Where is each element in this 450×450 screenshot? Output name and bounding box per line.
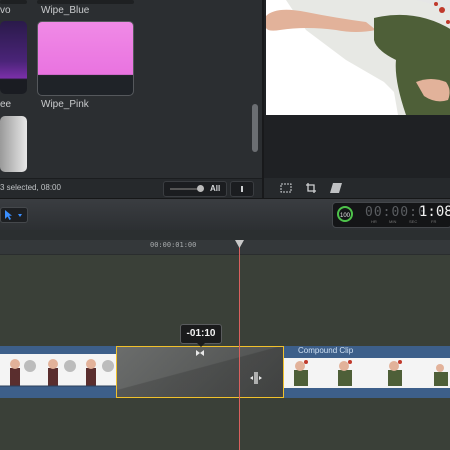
clip-size-slider[interactable]: All [163,181,227,197]
timecode-bright-digits: 1:08 [419,204,450,220]
clip-label-vo: vo [0,5,11,16]
timecode-gauge-icon: 100 [337,206,353,222]
arrow-pointer-icon [5,210,22,220]
browser-status-bar: 3 selected, 08:00 All [0,178,262,199]
crop-icon[interactable] [278,182,294,194]
dashboard-timecode[interactable]: 100 00:00:0 1:08 HR MIN SEC FR [332,202,450,228]
timeline[interactable]: 00:00:01:00 Compound Clip -01:10 [0,230,450,450]
viewer-frame [266,0,450,115]
timecode-unit-sec: SEC [409,219,418,224]
clip-thumb-gradient[interactable] [0,116,27,172]
main-toolbar: 100 00:00:0 1:08 HR MIN SEC FR [0,198,450,232]
transition-clip[interactable] [116,346,284,398]
playhead[interactable] [239,242,240,450]
distort-icon[interactable] [328,182,344,194]
trim-cursor-icon [250,372,262,384]
timecode-unit-min: MIN [389,219,397,224]
clip-thumb-wipe-blue[interactable] [37,0,134,4]
event-browser: vo Wipe_Blue ee Wipe_Pink 3 selected, 08… [0,0,262,199]
clip-thumb-wipe-pink[interactable] [37,21,134,96]
viewer-toolbar [264,178,450,198]
clip-label-wipe-blue: Wipe_Blue [41,5,90,16]
compound-clip-label: Compound Clip [298,346,354,355]
clip-thumb-vo[interactable] [0,0,27,4]
tooltip-arrow [196,342,206,347]
timeline-header-strip [0,230,450,240]
timeline-ruler[interactable]: 00:00:01:00 [0,240,450,255]
clip-label-wipe-pink: Wipe_Pink [41,99,89,110]
selection-status: 3 selected, 08:00 [0,183,61,192]
tool-selector[interactable] [0,207,28,223]
clip-appearance-button[interactable] [230,181,254,197]
slider-knob-icon[interactable] [197,185,204,192]
duration-all-label[interactable]: All [210,184,220,193]
clip-left-filmstrip [0,354,116,387]
transform-icon[interactable] [304,182,320,194]
timecode-dim-digits: 00:00:0 [365,205,427,220]
timecode-unit-fr: FR [431,219,437,224]
video-frame-image [266,0,450,115]
viewer-panel [262,0,450,198]
filmstrip-icon [241,186,243,192]
trim-duration-tooltip: -01:10 [180,324,222,344]
timecode-unit-hr: HR [371,219,377,224]
clip-left[interactable] [0,346,116,398]
ruler-timecode: 00:00:01:00 [150,241,197,249]
clip-label-ee: ee [0,99,12,110]
transition-marker-icon [196,350,204,356]
browser-scrollbar[interactable] [252,104,258,152]
clip-thumb-wipe-purple[interactable] [0,21,27,94]
